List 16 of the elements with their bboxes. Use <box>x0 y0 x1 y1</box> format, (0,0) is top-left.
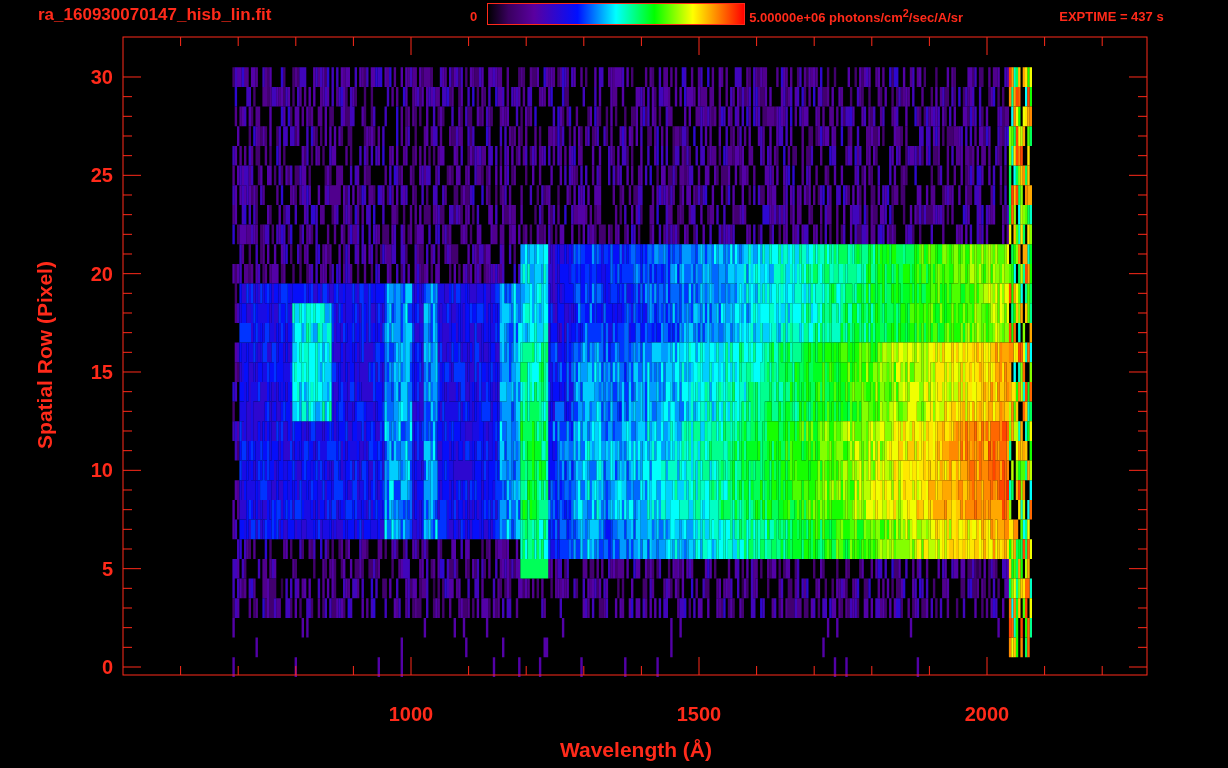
tick-label: 5 <box>101 557 113 580</box>
colorbar-min-label: 0 <box>470 9 478 24</box>
tick-label: 1000 <box>388 703 434 725</box>
tick-label: 20 <box>90 262 113 285</box>
tick-label: 0 <box>101 656 113 678</box>
axis-title: Spatial Row (Pixel) <box>33 261 56 449</box>
file-title: ra_160930070147_hisb_lin.fit <box>38 4 273 25</box>
tick-label: 15 <box>90 361 113 383</box>
axis-title: Wavelength (Å) <box>559 738 713 761</box>
exposure-time: EXPTIME = 437 s <box>1059 9 1164 24</box>
colorbar-max-label: 5.00000e+06 photons/cm$^{2}$/sec/A/sr <box>749 7 965 26</box>
tick-label: 30 <box>90 66 113 88</box>
tick-label: 10 <box>90 459 113 482</box>
tick-label: 2000 <box>964 703 1010 725</box>
tick-label: 25 <box>90 164 113 187</box>
tick-label: 1500 <box>676 703 722 725</box>
